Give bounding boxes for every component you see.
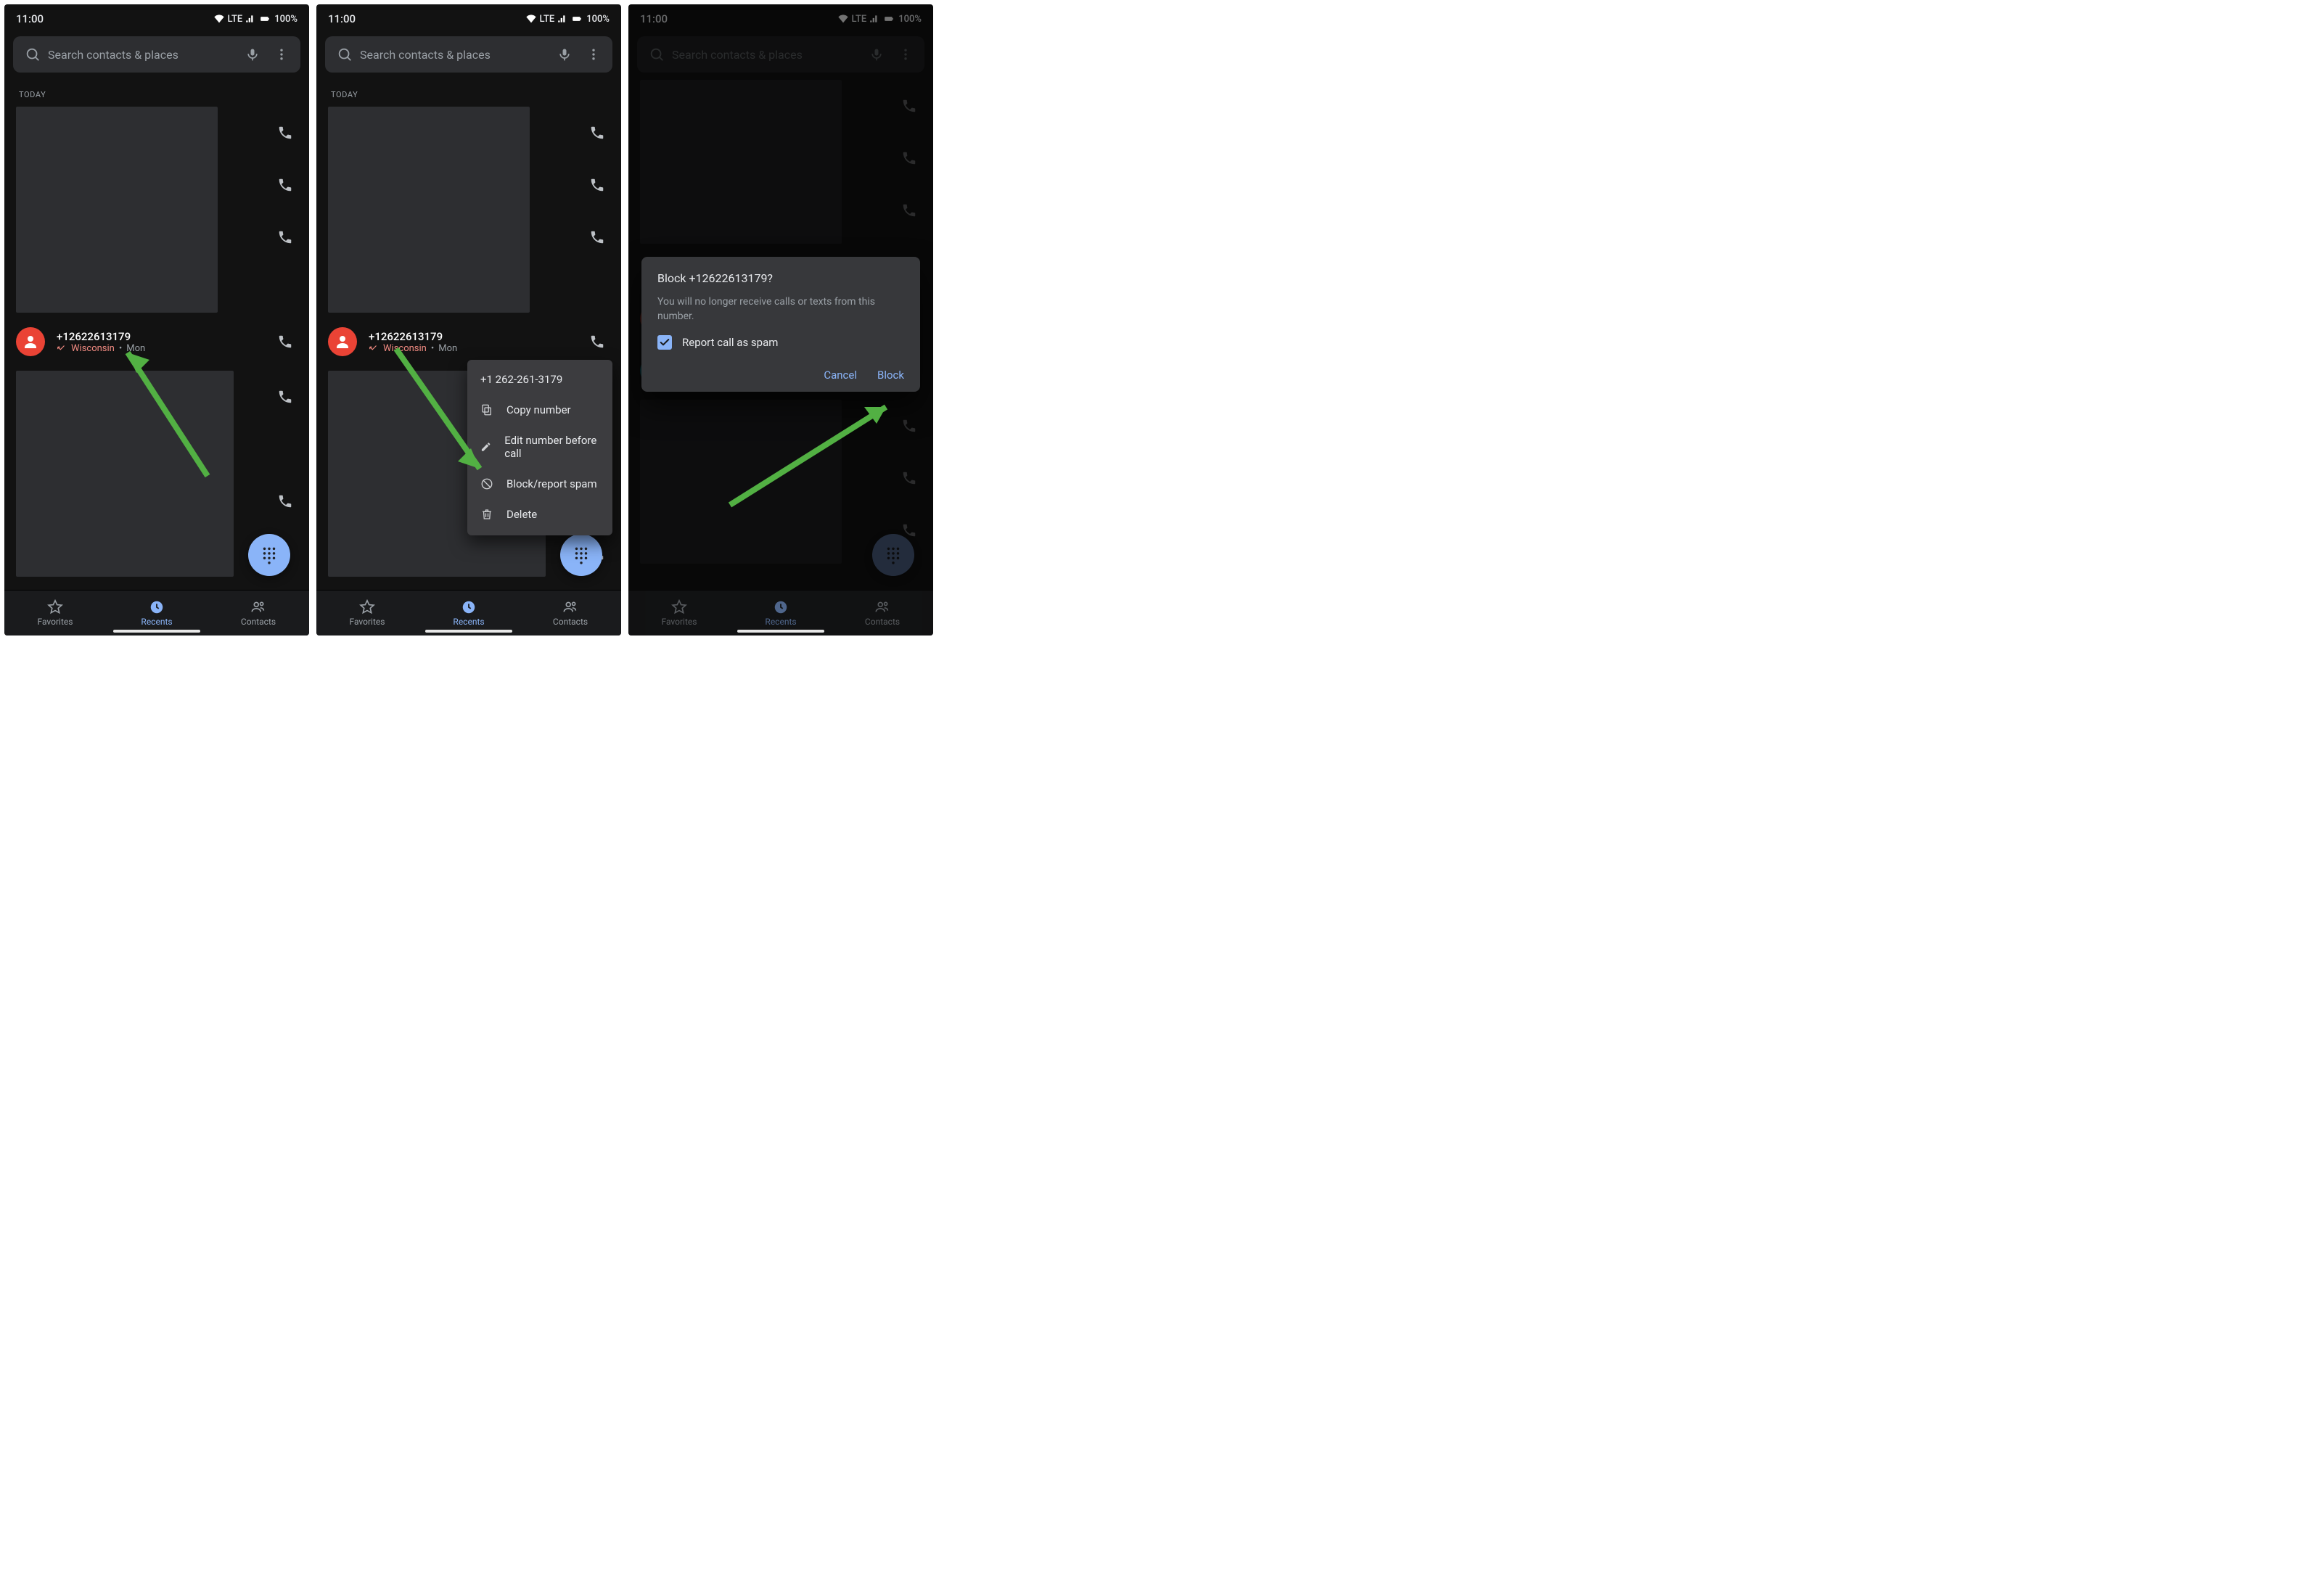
avatar-unknown (16, 327, 45, 356)
ctx-delete[interactable]: Delete (467, 499, 612, 530)
status-time: 11:00 (328, 12, 356, 25)
call-row-spam[interactable]: +12622613179 Wisconsin • Mon (4, 316, 309, 368)
call-button[interactable] (582, 334, 612, 350)
home-indicator[interactable] (113, 630, 200, 633)
tab-recents[interactable]: Recents (106, 591, 208, 635)
missed-call-icon (369, 343, 379, 353)
call-day: Mon (126, 343, 145, 354)
trash-icon (480, 508, 493, 521)
dialpad-icon (260, 544, 279, 566)
status-battery: 100% (274, 14, 298, 25)
call-button[interactable] (270, 125, 300, 141)
call-number: +12622613179 (57, 330, 258, 343)
call-button[interactable] (582, 125, 612, 141)
bottom-nav: Favorites Recents Contacts (316, 590, 621, 635)
call-button[interactable] (270, 334, 300, 350)
mic-button[interactable] (550, 47, 579, 62)
tab-contacts[interactable]: Contacts (520, 591, 621, 635)
status-time: 11:00 (16, 12, 44, 25)
search-placeholder: Search contacts & places (48, 48, 238, 62)
avatar-unknown (328, 327, 357, 356)
context-menu: +1 262-261-3179 Copy number Edit number … (467, 360, 612, 535)
tab-favorites[interactable]: Favorites (4, 591, 106, 635)
call-button[interactable] (582, 229, 612, 245)
dialog-cancel-button[interactable]: Cancel (824, 369, 857, 382)
block-dialog: Block +12622613179? You will no longer r… (641, 257, 920, 392)
tab-favorites: Favorites (628, 591, 730, 635)
call-button[interactable] (270, 389, 300, 405)
battery-icon (258, 14, 271, 24)
call-number: +12622613179 (369, 330, 570, 343)
tab-contacts: Contacts (832, 591, 933, 635)
search-icon (329, 46, 360, 62)
signal-icon (245, 14, 255, 24)
context-menu-title: +1 262-261-3179 (467, 366, 612, 395)
dialpad-icon (572, 544, 591, 566)
bottom-nav: Favorites Recents Contacts (4, 590, 309, 635)
dialpad-fab[interactable] (560, 534, 602, 576)
tab-recents: Recents (730, 591, 832, 635)
call-button[interactable] (270, 229, 300, 245)
checkbox-icon (657, 335, 672, 350)
home-indicator[interactable] (425, 630, 512, 633)
contacts-icon (250, 599, 267, 615)
overflow-button[interactable] (579, 47, 608, 62)
section-today: TODAY (4, 80, 309, 104)
call-button[interactable] (270, 493, 300, 509)
screen-recents: 11:00 LTE 100% Search contacts & places … (4, 4, 309, 635)
ctx-block-spam[interactable]: Block/report spam (467, 469, 612, 499)
status-icons: LTE 100% (213, 13, 298, 25)
tab-contacts[interactable]: Contacts (208, 591, 309, 635)
person-icon (22, 333, 39, 350)
ctx-edit-number[interactable]: Edit number before call (467, 425, 612, 469)
search-icon (17, 46, 48, 62)
block-icon (480, 477, 493, 490)
missed-call-icon (57, 343, 67, 353)
dialog-body: You will no longer receive calls or text… (657, 295, 904, 324)
ctx-copy-number[interactable]: Copy number (467, 395, 612, 425)
clock-icon (149, 599, 165, 615)
redacted-block (16, 371, 234, 577)
dialog-block-button[interactable]: Block (877, 369, 904, 382)
status-bar: 11:00 LTE 100% (316, 4, 621, 29)
copy-icon (480, 403, 493, 416)
section-today: TODAY (316, 80, 621, 104)
redacted-block (16, 107, 218, 313)
wifi-icon (213, 13, 225, 25)
report-spam-checkbox[interactable]: Report call as spam (657, 335, 904, 350)
call-button[interactable] (270, 177, 300, 193)
status-bar: 11:00 LTE 100% (4, 4, 309, 29)
search-bar[interactable]: Search contacts & places (13, 36, 300, 73)
screen-context-menu: 11:00 LTE 100% Search contacts & places … (316, 4, 621, 635)
dialog-title: Block +12622613179? (657, 271, 904, 285)
call-location: Wisconsin (71, 343, 115, 354)
signal-icon (557, 14, 567, 24)
status-icons: LTE 100% (525, 13, 610, 25)
dialpad-fab[interactable] (248, 534, 290, 576)
battery-icon (570, 14, 583, 24)
tab-favorites[interactable]: Favorites (316, 591, 418, 635)
star-icon (47, 599, 63, 615)
tab-recents[interactable]: Recents (418, 591, 520, 635)
status-network: LTE (228, 14, 243, 25)
person-icon (334, 333, 351, 350)
screen-block-dialog: 11:00 LTE 100% Search contacts & places … (628, 4, 933, 635)
search-bar[interactable]: Search contacts & places (325, 36, 612, 73)
mic-button[interactable] (238, 47, 267, 62)
overflow-button[interactable] (267, 47, 296, 62)
pencil-icon (480, 440, 491, 453)
wifi-icon (525, 13, 537, 25)
bottom-nav: Favorites Recents Contacts (628, 590, 933, 635)
call-button[interactable] (582, 177, 612, 193)
redacted-block (328, 107, 530, 313)
home-indicator[interactable] (737, 630, 824, 633)
